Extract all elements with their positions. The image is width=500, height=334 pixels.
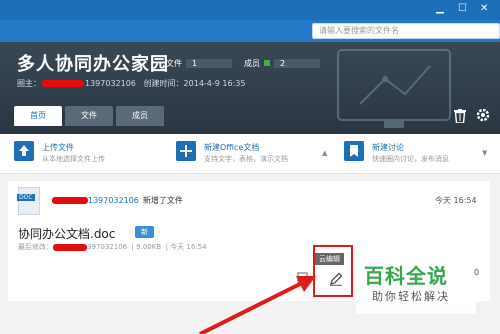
redaction-mark [42,80,84,87]
close-icon[interactable]: ✕ [480,4,488,14]
monitor-illustration-icon [337,49,451,128]
group-banner: 多人协同办公家园 文件 1 成员 2 圈主： 1397032106 创建时间：2014… [0,42,500,134]
meta-id: 397032106 [87,243,128,251]
created-time: 2014-4-9 16:35 [183,79,246,88]
members-dot-icon [264,60,270,66]
watermark-subtitle: 助你轻松解决 [372,290,450,303]
pencil-icon[interactable] [329,272,343,286]
minimize-icon[interactable]: ▁ [436,4,444,14]
watermark-title: 百科全说 [364,264,448,288]
trash-icon[interactable] [454,109,466,123]
search-input[interactable]: 请输入要搜索的文件名 [312,23,500,39]
owner-prefix: 圈主： [17,79,41,88]
actor-id[interactable]: 1397032106 [88,196,139,205]
redaction-mark [52,197,88,204]
tab-members[interactable]: 成员 [116,106,164,126]
group-title: 多人协同办公家园 [17,54,169,75]
new-doc-sub: 支持文字，表格，演示文档 [204,155,288,163]
watermark: 百科全说 助你轻松解决 [356,258,476,314]
created-prefix: 创建时间： [143,79,184,88]
gear-icon[interactable] [475,107,491,123]
discuss-label: 新建讨论 [372,143,404,152]
preview-icon[interactable] [297,272,310,285]
new-doc-label: 新建Office文档 [204,143,260,152]
title-bar: ▁ ☐ ✕ [0,0,500,20]
action-bar: 上传文件 从本地选择文件上传 新建Office文档 支持文字，表格，演示文档 ▲… [0,134,500,174]
feed-header: 1397032106 新增了文件 [52,195,183,206]
members-stat[interactable]: 成员 2 [244,58,320,69]
file-meta: 最后修改： 397032106 | 9.00KB | 今天 16:54 [18,243,207,251]
upload-label: 上传文件 [42,143,74,152]
cloud-edit-tooltip: 云编辑 [315,253,344,265]
members-count: 2 [274,59,320,68]
plus-icon [176,141,196,161]
chevron-down-icon[interactable]: ▼ [482,149,487,157]
files-label: 文件 [166,59,182,68]
action-text: 新增了文件 [142,196,183,205]
feed-time: 今天 16:54 [435,196,477,205]
owner-line: 圈主： 1397032106 创建时间：2014-4-9 16:35 [17,78,245,89]
search-row: 请输入要搜索的文件名 [0,20,500,42]
meta-prefix: 最后修改： [18,243,53,251]
upload-sub: 从本地选择文件上传 [42,155,105,163]
redaction-mark [53,243,87,251]
new-badge: 新 [135,226,154,238]
doc-badge: DOC [17,194,35,201]
file-name-link[interactable]: 协同办公文档.doc [18,225,115,242]
chevron-up-icon[interactable]: ▲ [322,149,327,157]
right-edge-number: 0 [474,268,480,277]
files-count: 1 [186,59,232,68]
meta-size: 9.00KB [136,243,162,251]
tab-files[interactable]: 文件 [65,106,113,126]
maximize-icon[interactable]: ☐ [458,4,467,14]
discuss-sub: 快速圈内讨论，发布消息 [372,155,449,163]
upload-icon [14,141,34,161]
doc-file-icon: DOC [17,187,40,215]
owner-id: 1397032106 [85,79,136,88]
bookmark-icon [344,141,364,161]
meta-time: 今天 16:54 [170,243,207,251]
files-stat[interactable]: 文件 1 [166,58,232,69]
tab-strip: 首页 文件 成员 [14,106,167,126]
members-label: 成员 [244,59,260,68]
tab-home[interactable]: 首页 [14,106,62,126]
